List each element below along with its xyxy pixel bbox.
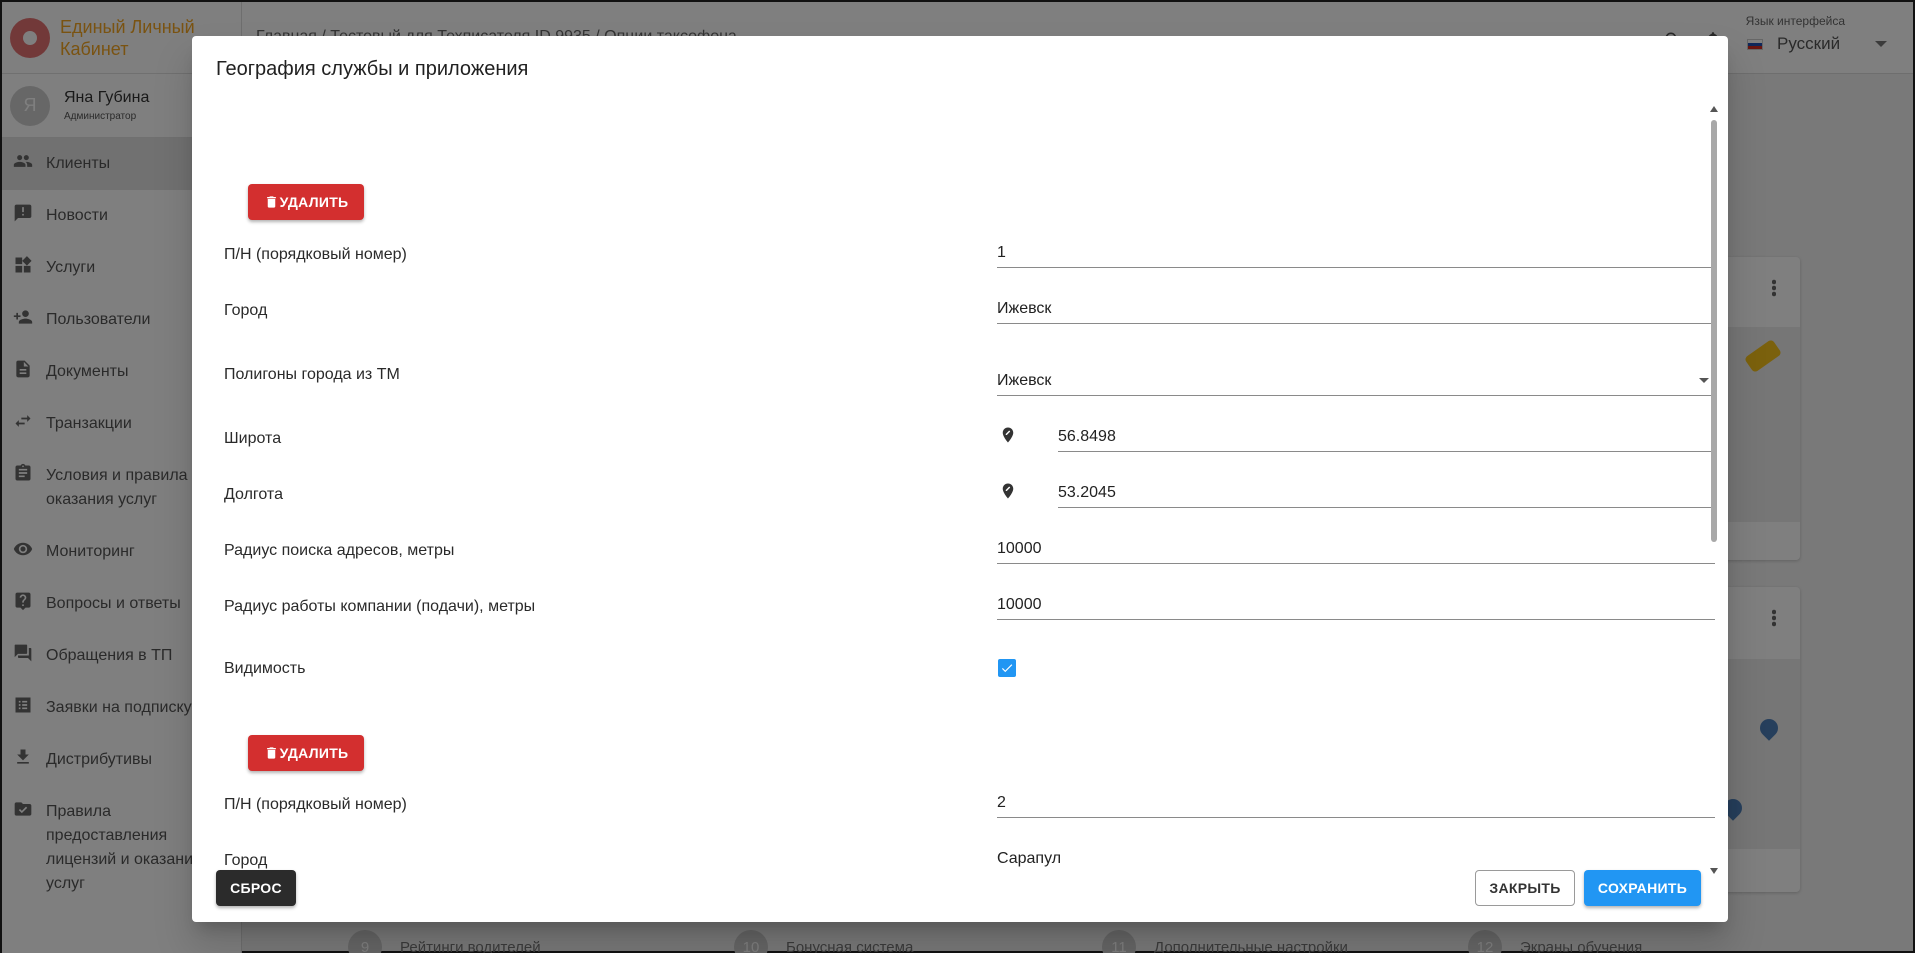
delete-label: УДАЛИТЬ [279, 745, 349, 761]
longitude-row: Долгота 53.2045 [224, 474, 1715, 520]
order-row: П/Н (порядковый номер) 2 [224, 784, 1715, 830]
polygon-select[interactable]: Ижевск [997, 362, 1715, 396]
visibility-row: Видимость [224, 648, 1680, 694]
reset-button[interactable]: СБРОС [216, 870, 296, 906]
save-button[interactable]: СОХРАНИТЬ [1584, 870, 1701, 906]
search-radius-field[interactable]: 10000 [997, 530, 1715, 564]
delete-entry-button[interactable]: УДАЛИТЬ [248, 184, 364, 220]
order-field[interactable]: 2 [997, 784, 1715, 818]
map-pin-edit-icon[interactable] [999, 424, 1019, 446]
geography-dialog: География службы и приложения УДАЛИТЬ П/… [192, 36, 1728, 922]
order-label: П/Н (порядковый номер) [224, 796, 407, 813]
map-pin-edit-icon[interactable] [999, 480, 1019, 502]
longitude-label: Долгота [224, 486, 283, 503]
latitude-field[interactable]: 56.8498 [1058, 418, 1715, 452]
trash-icon [266, 747, 276, 759]
scroll-thumb[interactable] [1711, 120, 1717, 542]
check-icon [1001, 664, 1013, 673]
visibility-label: Видимость [224, 660, 306, 677]
city-row: Город Ижевск [224, 290, 1715, 336]
work-radius-field[interactable]: 10000 [997, 586, 1715, 620]
visibility-checkbox[interactable] [998, 659, 1016, 677]
polygons-row: Полигоны города из ТМ Ижевск [224, 354, 1715, 400]
polygons-label: Полигоны города из ТМ [224, 366, 400, 383]
order-row: П/Н (порядковый номер) 1 [224, 234, 1715, 280]
delete-entry-button[interactable]: УДАЛИТЬ [248, 735, 364, 771]
city-label: Город [224, 302, 268, 319]
scroll-up-icon[interactable] [1710, 106, 1718, 112]
delete-label: УДАЛИТЬ [279, 194, 349, 210]
close-button[interactable]: ЗАКРЫТЬ [1475, 870, 1575, 906]
order-label: П/Н (порядковый номер) [224, 246, 407, 263]
trash-icon [266, 196, 276, 208]
order-field[interactable]: 1 [997, 234, 1715, 268]
polygon-value: Ижевск [997, 372, 1052, 389]
search-radius-label: Радиус поиска адресов, метры [224, 542, 455, 559]
latitude-label: Широта [224, 430, 282, 447]
search-radius-row: Радиус поиска адресов, метры 10000 [224, 530, 1715, 576]
dialog-content: УДАЛИТЬ П/Н (порядковый номер) 1 Город И… [192, 104, 1728, 876]
latitude-row: Широта 56.8498 [224, 418, 1715, 464]
work-radius-row: Радиус работы компании (подачи), метры 1… [224, 586, 1715, 632]
dialog-actions: СБРОС ЗАКРЫТЬ СОХРАНИТЬ [192, 862, 1728, 922]
dialog-title: География службы и приложения [216, 58, 529, 80]
work-radius-label: Радиус работы компании (подачи), метры [224, 598, 536, 615]
longitude-field[interactable]: 53.2045 [1058, 474, 1715, 508]
dialog-scrollbar[interactable] [1708, 106, 1720, 876]
city-field[interactable]: Ижевск [997, 290, 1715, 324]
